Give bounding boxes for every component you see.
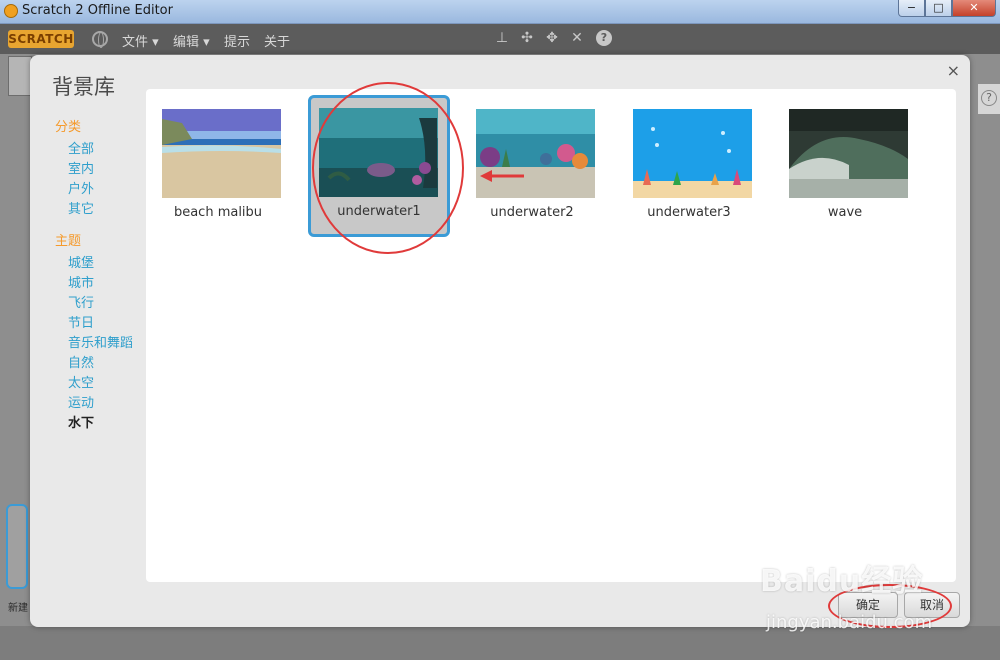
theme-nature[interactable]: 自然 <box>68 352 94 371</box>
category-other[interactable]: 其它 <box>68 198 94 217</box>
editor-bottom-strip <box>0 626 1000 660</box>
scratch-app-icon <box>4 4 18 18</box>
minimize-button[interactable]: − <box>898 0 925 17</box>
close-window-button[interactable]: ✕ <box>952 0 996 17</box>
stamp-icon[interactable]: ⊥ <box>494 30 510 46</box>
side-help-tab[interactable]: ? <box>978 84 1000 114</box>
category-header: 分类 <box>55 120 82 135</box>
cut-icon[interactable]: ✣ <box>519 30 535 46</box>
grow-icon[interactable]: ✥ <box>544 30 560 46</box>
backdrop-tile[interactable]: beach malibu <box>148 99 288 237</box>
shrink-icon[interactable]: ✕ <box>569 30 585 46</box>
stage-thumbnail <box>8 56 32 96</box>
annotation-arrow-icon <box>480 170 524 182</box>
backdrop-thumbnail <box>476 109 595 198</box>
category-indoors[interactable]: 室内 <box>68 158 94 177</box>
backdrop-tile[interactable]: underwater3 <box>619 99 759 237</box>
window-title: Scratch 2 Offline Editor <box>22 3 173 18</box>
annotation-circle <box>828 584 952 628</box>
menu-tips[interactable]: 提示 <box>224 31 250 50</box>
menu-about[interactable]: 关于 <box>264 31 290 50</box>
language-globe-icon[interactable] <box>92 31 108 48</box>
backdrop-thumbnail <box>633 109 752 198</box>
backdrop-thumbnail <box>162 109 281 198</box>
category-all[interactable]: 全部 <box>68 138 94 157</box>
backdrop-grid: beach malibu underwater1 underwater2 und… <box>146 89 956 582</box>
maximize-button[interactable]: □ <box>925 0 952 17</box>
theme-city[interactable]: 城市 <box>68 272 94 291</box>
window-titlebar: Scratch 2 Offline Editor − □ ✕ <box>0 0 1000 24</box>
category-outdoors[interactable]: 户外 <box>68 178 94 197</box>
side-help-icon: ? <box>981 90 997 106</box>
menu-file[interactable]: 文件 ▾ <box>122 31 159 50</box>
theme-holiday[interactable]: 节日 <box>68 312 94 331</box>
theme-music-dance[interactable]: 音乐和舞蹈 <box>68 332 133 351</box>
menu-edit[interactable]: 编辑 ▾ <box>173 31 210 50</box>
help-icon[interactable]: ? <box>596 30 612 46</box>
scratch-logo[interactable]: SCRATCH <box>8 30 74 48</box>
backdrop-name: wave <box>827 205 863 220</box>
theme-sports[interactable]: 运动 <box>68 392 94 411</box>
theme-flying[interactable]: 飞行 <box>68 292 94 311</box>
backdrop-library-dialog: 背景库 × 分类 全部 室内 户外 其它 主题 城堡 城市 飞行 节日 音乐和舞… <box>30 55 970 627</box>
backdrop-name: underwater3 <box>647 205 731 220</box>
scratch-menubar: SCRATCH 文件 ▾ 编辑 ▾ 提示 关于 ⊥ ✣ ✥ ✕ ? <box>0 24 1000 54</box>
dialog-title: 背景库 <box>52 75 115 99</box>
close-dialog-icon[interactable]: × <box>947 61 960 80</box>
theme-castle[interactable]: 城堡 <box>68 252 94 271</box>
backdrop-name: underwater2 <box>490 205 574 220</box>
theme-space[interactable]: 太空 <box>68 372 94 391</box>
new-backdrop-label: 新建 <box>8 603 28 614</box>
backdrop-name: beach malibu <box>173 205 263 220</box>
stage-selector[interactable] <box>6 504 28 589</box>
backdrop-tile[interactable]: wave <box>775 99 915 237</box>
theme-underwater[interactable]: 水下 <box>68 412 94 431</box>
theme-header: 主题 <box>55 234 82 249</box>
annotation-circle <box>312 82 464 254</box>
window-controls: − □ ✕ <box>898 0 996 18</box>
backdrop-thumbnail <box>789 109 908 198</box>
